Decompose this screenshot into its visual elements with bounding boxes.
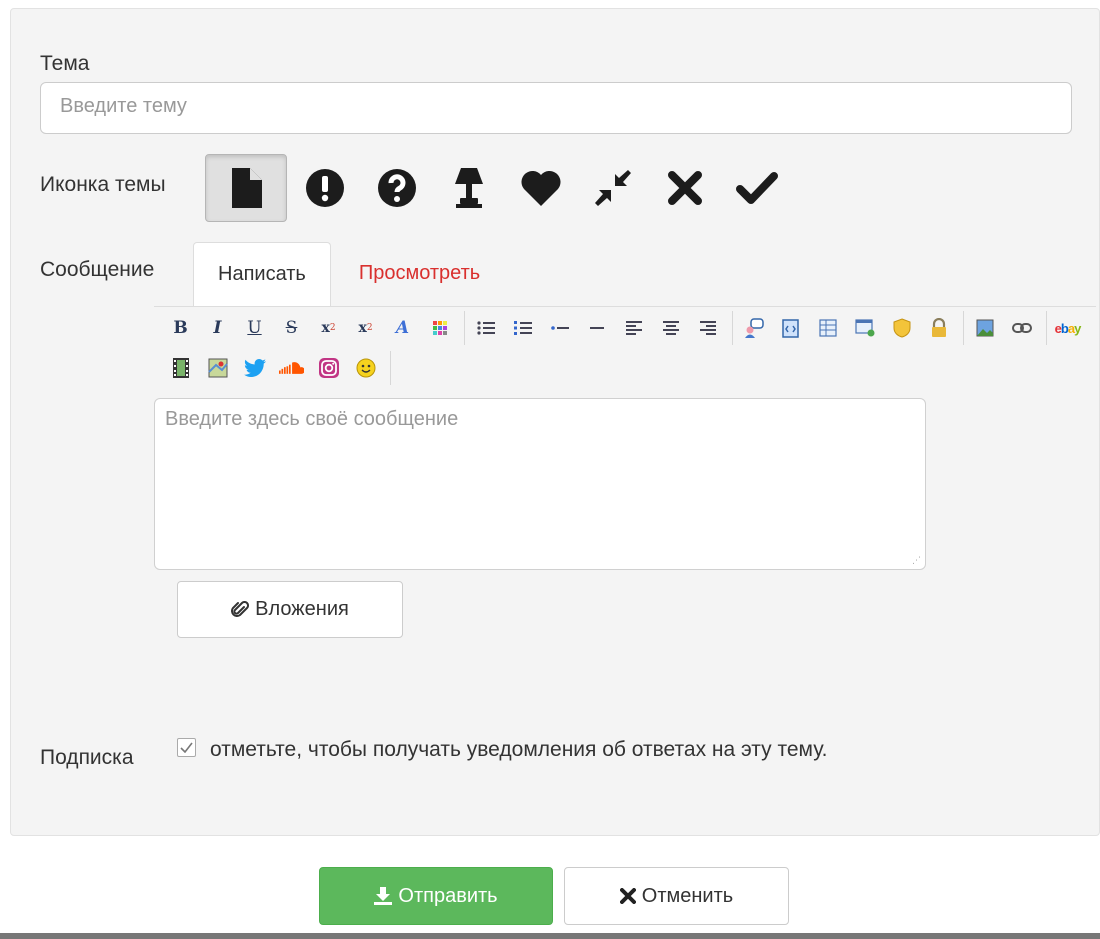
paperclip-icon bbox=[231, 600, 250, 617]
lamp-icon[interactable] bbox=[433, 154, 505, 222]
resize-handle-icon[interactable]: ⋰ bbox=[912, 555, 921, 566]
font-icon[interactable]: A bbox=[390, 315, 415, 341]
instagram-icon[interactable] bbox=[316, 355, 341, 381]
message-label: Сообщение bbox=[40, 258, 155, 281]
map-icon[interactable] bbox=[205, 355, 230, 381]
checkmark-icon bbox=[180, 742, 193, 753]
subscription-text: отметьте, чтобы получать уведомления об … bbox=[210, 738, 828, 761]
exclamation-circle-icon[interactable] bbox=[289, 154, 361, 222]
cancel-button[interactable]: Отменить bbox=[564, 867, 789, 925]
hide-icon[interactable] bbox=[889, 315, 914, 341]
video-icon[interactable] bbox=[168, 355, 193, 381]
align-right-icon[interactable] bbox=[695, 315, 720, 341]
numbered-list-icon[interactable] bbox=[510, 315, 535, 341]
subject-input[interactable]: Введите тему bbox=[40, 82, 1072, 134]
underline-icon[interactable]: U bbox=[242, 315, 267, 341]
editor-toolbar: B I U S x2 x2 A ebay bbox=[154, 306, 1096, 394]
quote-icon[interactable] bbox=[741, 315, 766, 341]
align-left-icon[interactable] bbox=[621, 315, 646, 341]
attachments-label: Вложения bbox=[255, 598, 349, 620]
align-center-icon[interactable] bbox=[658, 315, 683, 341]
confidential-icon[interactable] bbox=[926, 315, 951, 341]
bold-icon[interactable]: B bbox=[168, 315, 193, 341]
link-icon[interactable] bbox=[1009, 315, 1034, 341]
heart-icon[interactable] bbox=[505, 154, 577, 222]
superscript-icon[interactable]: x2 bbox=[353, 315, 378, 341]
subject-label: Тема bbox=[40, 52, 90, 75]
submit-button[interactable]: Отправить bbox=[319, 867, 553, 925]
times-icon[interactable] bbox=[649, 154, 721, 222]
code-icon[interactable] bbox=[778, 315, 803, 341]
editor-tabs: Написать Просмотреть bbox=[193, 242, 504, 306]
ebay-icon[interactable]: ebay bbox=[1055, 315, 1082, 341]
cancel-label: Отменить bbox=[641, 884, 734, 907]
file-icon[interactable] bbox=[205, 154, 287, 222]
bullet-list-icon[interactable] bbox=[473, 315, 498, 341]
page-bottom-divider bbox=[0, 933, 1100, 939]
smiley-icon[interactable] bbox=[353, 355, 378, 381]
check-icon[interactable] bbox=[721, 154, 793, 222]
message-textarea[interactable]: Введите здесь своё сообщение ⋰ bbox=[154, 398, 926, 570]
submit-label: Отправить bbox=[398, 884, 498, 907]
tab-preview[interactable]: Просмотреть bbox=[331, 242, 504, 306]
module-icon[interactable] bbox=[852, 315, 877, 341]
compress-icon[interactable] bbox=[577, 154, 649, 222]
italic-icon[interactable]: I bbox=[205, 315, 230, 341]
question-circle-icon[interactable] bbox=[361, 154, 433, 222]
table-icon[interactable] bbox=[815, 315, 840, 341]
topic-icon-label: Иконка темы bbox=[40, 173, 166, 196]
attachments-button[interactable]: Вложения bbox=[177, 581, 403, 638]
subscription-checkbox[interactable] bbox=[177, 738, 196, 757]
download-icon bbox=[374, 887, 393, 905]
tab-write[interactable]: Написать bbox=[193, 242, 331, 306]
twitter-icon[interactable] bbox=[242, 355, 267, 381]
strikethrough-icon[interactable]: S bbox=[279, 315, 304, 341]
subscript-icon[interactable]: x2 bbox=[316, 315, 341, 341]
topic-icon-picker bbox=[205, 154, 793, 222]
list-item-icon[interactable] bbox=[547, 315, 572, 341]
horizontal-rule-icon[interactable] bbox=[584, 315, 609, 341]
close-icon bbox=[619, 888, 636, 904]
color-icon[interactable] bbox=[427, 315, 452, 341]
soundcloud-icon[interactable] bbox=[279, 355, 304, 381]
subscription-label: Подписка bbox=[40, 746, 134, 769]
image-icon[interactable] bbox=[972, 315, 997, 341]
message-placeholder: Введите здесь своё сообщение bbox=[165, 408, 459, 430]
